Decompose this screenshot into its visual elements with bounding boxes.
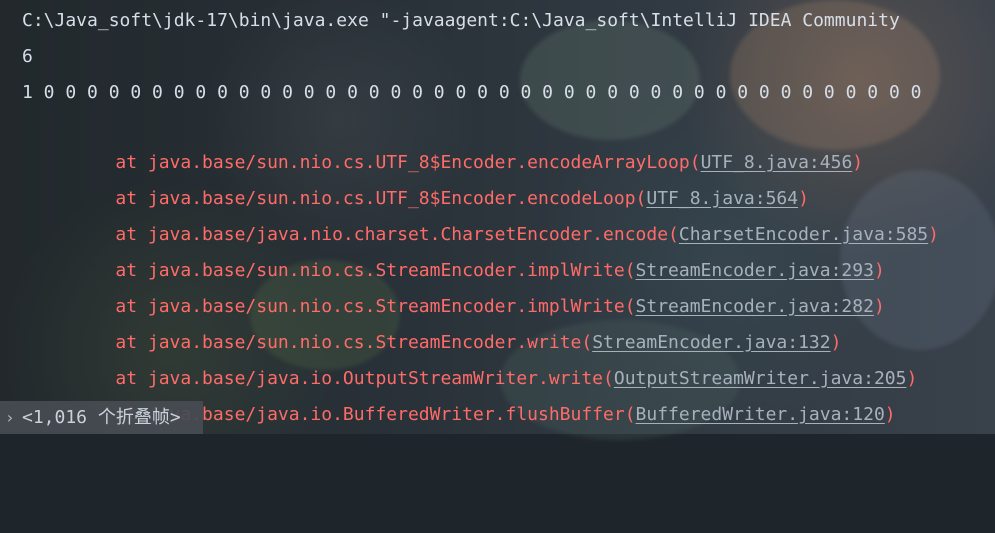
folded-frames-label: <1,016 个折叠帧> bbox=[22, 407, 181, 428]
folded-frames-toggle[interactable]: › <1,016 个折叠帧> bbox=[0, 401, 203, 434]
chevron-right-icon: › bbox=[5, 408, 15, 427]
stack-trace-close-paren: ) bbox=[928, 224, 939, 245]
stack-trace-line-8: at java.base/java.io.BufferedWriter.flus… bbox=[72, 364, 895, 425]
stack-trace-close-paren: ) bbox=[852, 152, 864, 173]
stack-trace-close-paren: ) bbox=[884, 404, 896, 425]
stack-trace-line-7: at java.base/java.io.OutputStreamWriter.… bbox=[72, 328, 917, 389]
stack-trace-line-4: at java.base/sun.nio.cs.StreamEncoder.im… bbox=[72, 220, 884, 281]
stack-trace-line-5: at java.base/sun.nio.cs.StreamEncoder.im… bbox=[72, 256, 884, 317]
stack-trace-close-paren: ) bbox=[873, 296, 885, 317]
stack-trace-line-2: at java.base/sun.nio.cs.UTF_8$Encoder.en… bbox=[72, 148, 809, 209]
output-line-1: 6 bbox=[22, 46, 33, 67]
run-console: C:\Java_soft\jdk-17\bin\java.exe "-javaa… bbox=[0, 0, 995, 434]
stack-trace-line-1: at java.base/sun.nio.cs.UTF_8$Encoder.en… bbox=[72, 112, 863, 173]
output-line-2: 1 0 0 0 0 0 0 0 0 0 0 0 0 0 0 0 0 0 0 0 … bbox=[22, 82, 922, 103]
stack-trace-line-6: at java.base/sun.nio.cs.StreamEncoder.wr… bbox=[72, 292, 841, 353]
command-line: C:\Java_soft\jdk-17\bin\java.exe "-javaa… bbox=[22, 10, 900, 31]
source-link[interactable]: BufferedWriter.java:120 bbox=[636, 404, 885, 425]
stack-trace-close-paren: ) bbox=[906, 368, 918, 389]
stack-trace-line-3: at java.base/java.nio.charset.CharsetEnc… bbox=[72, 184, 939, 245]
